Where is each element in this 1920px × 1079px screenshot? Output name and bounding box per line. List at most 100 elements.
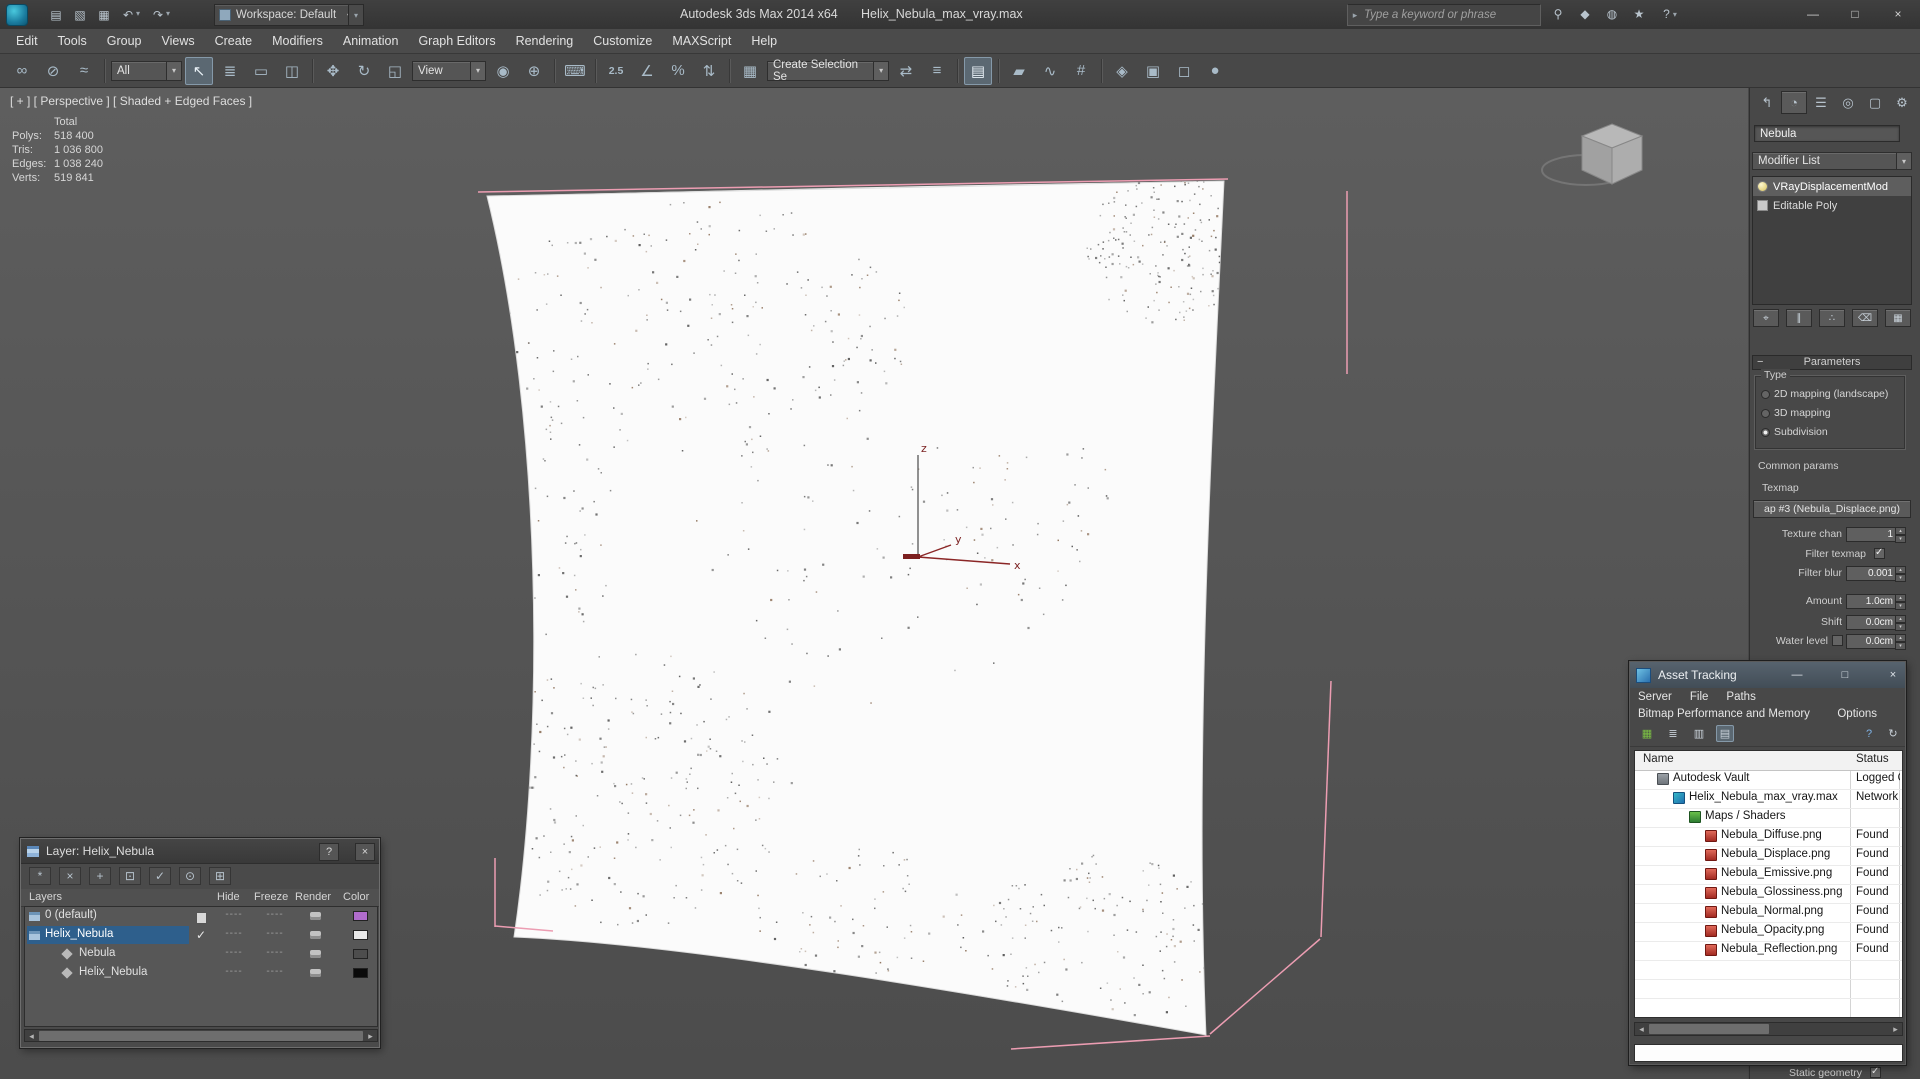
keyboard-override-icon[interactable]: ⌨: [561, 57, 589, 85]
menu-group[interactable]: Group: [97, 29, 152, 54]
gizmo-origin[interactable]: [903, 554, 920, 559]
tab-modify[interactable]: ◔: [1781, 91, 1807, 114]
window-crossing-icon[interactable]: ◫: [278, 57, 306, 85]
asset-row-displace[interactable]: Nebula_Displace.png Found: [1635, 846, 1902, 866]
texture-channel-field[interactable]: 1: [1846, 527, 1897, 542]
align-icon[interactable]: ≡: [923, 57, 951, 85]
freeze-cell[interactable]: ----: [258, 909, 292, 920]
select-and-scale-icon[interactable]: ◱: [381, 57, 409, 85]
search-input[interactable]: [1362, 6, 1540, 24]
menu-tools[interactable]: Tools: [48, 29, 97, 54]
layer-color-swatch[interactable]: [353, 968, 368, 978]
select-by-name-icon[interactable]: ≣: [216, 57, 244, 85]
make-unique-icon[interactable]: ∴: [1819, 309, 1845, 327]
add-to-layer-icon[interactable]: +: [89, 867, 111, 885]
radio-2d-mapping[interactable]: 2D mapping (landscape): [1761, 388, 1888, 400]
angle-snap-icon[interactable]: ∠: [633, 57, 661, 85]
viewport-label[interactable]: [ + ] [ Perspective ] [ Shaded + Edged F…: [10, 94, 252, 108]
list-view-icon[interactable]: ≣: [1664, 725, 1682, 742]
workspace-extra-button[interactable]: ▾: [348, 4, 364, 26]
menu-bitmap-performance[interactable]: Bitmap Performance and Memory: [1638, 708, 1810, 720]
freeze-cell[interactable]: ----: [258, 928, 292, 939]
water-level-spinner[interactable]: ▴ ▾: [1895, 634, 1906, 650]
select-and-manipulate-icon[interactable]: ⊕: [520, 57, 548, 85]
shift-spinner[interactable]: ▴ ▾: [1895, 615, 1906, 631]
layer-color-swatch[interactable]: [353, 949, 368, 959]
menu-paths[interactable]: Paths: [1726, 691, 1755, 703]
renderable-icon[interactable]: [310, 969, 321, 977]
radio-3d-mapping[interactable]: 3D mapping: [1761, 407, 1831, 419]
layer-color-swatch[interactable]: [353, 930, 368, 940]
maximize-button[interactable]: □: [1836, 0, 1874, 27]
workspace-dropdown[interactable]: Workspace: Default ▾: [214, 4, 356, 26]
menu-help[interactable]: Help: [741, 29, 787, 54]
freeze-cell[interactable]: ----: [258, 966, 292, 977]
menu-customize[interactable]: Customize: [583, 29, 662, 54]
asset-minimize-button[interactable]: —: [1786, 665, 1808, 684]
layer-row-helix-nebula[interactable]: Helix_Nebula ✓ ---- ----: [25, 926, 377, 945]
mirror-icon[interactable]: ⇄: [892, 57, 920, 85]
scroll-right-icon[interactable]: ▸: [364, 1030, 377, 1042]
asset-row-normal[interactable]: Nebula_Normal.png Found: [1635, 903, 1902, 923]
asset-maximize-button[interactable]: □: [1834, 665, 1856, 684]
filter-blur-field[interactable]: 0.001: [1846, 566, 1897, 581]
asset-tracking-title-bar[interactable]: Asset Tracking: [1630, 662, 1905, 688]
menu-graph-editors[interactable]: Graph Editors: [408, 29, 505, 54]
select-object-icon[interactable]: ↖: [185, 56, 213, 85]
static-geometry-checkbox[interactable]: [1870, 1066, 1881, 1078]
layer-close-button[interactable]: ×: [355, 843, 375, 861]
asset-help-icon[interactable]: ?: [1860, 725, 1878, 742]
spinner-snap-icon[interactable]: ⇅: [695, 57, 723, 85]
set-current-layer-icon[interactable]: ✓: [149, 867, 171, 885]
tab-display[interactable]: ▢: [1862, 91, 1888, 114]
asset-row-vault[interactable]: Autodesk Vault Logged Ou: [1635, 770, 1902, 790]
scroll-left-icon[interactable]: ◂: [1635, 1023, 1648, 1035]
column-status[interactable]: Status: [1856, 753, 1889, 765]
renderable-icon[interactable]: [310, 931, 321, 939]
select-layer-objects-icon[interactable]: ⊡: [119, 867, 141, 885]
rollout-collapse-icon[interactable]: −: [1757, 356, 1763, 369]
layer-row-default[interactable]: 0 (default) ---- ----: [25, 907, 377, 926]
redo-dropdown-icon[interactable]: ▾: [166, 9, 176, 21]
menu-views[interactable]: Views: [151, 29, 204, 54]
refresh-icon[interactable]: ↻: [1884, 725, 1902, 742]
modifier-list-dropdown[interactable]: Modifier List ▾: [1752, 152, 1912, 170]
layer-horizontal-scrollbar[interactable]: ◂ ▸: [24, 1029, 378, 1042]
tab-create[interactable]: ↰: [1754, 91, 1780, 114]
modifier-editable-poly[interactable]: Editable Poly: [1753, 196, 1911, 215]
menu-edit[interactable]: Edit: [6, 29, 48, 54]
favorites-star-icon[interactable]: ★: [1628, 4, 1650, 24]
texture-channel-spinner[interactable]: ▴ ▾: [1895, 527, 1906, 543]
select-and-link-icon[interactable]: ∞: [8, 57, 36, 85]
communication-center-icon[interactable]: ◍: [1601, 4, 1623, 24]
new-scene-icon[interactable]: ▤: [46, 5, 66, 24]
render-production-icon[interactable]: ●: [1201, 57, 1229, 85]
search-go-icon[interactable]: ▸: [1348, 10, 1362, 21]
object-row-helix-nebula[interactable]: Helix_Nebula ---- ----: [25, 964, 377, 983]
asset-row-maps-shaders[interactable]: Maps / Shaders: [1635, 808, 1902, 828]
pin-stack-icon[interactable]: ⌖: [1753, 309, 1779, 327]
vault-report-icon[interactable]: ▦: [1638, 725, 1656, 742]
modifier-enable-bulb-icon[interactable]: [1757, 181, 1768, 192]
parameters-rollout-header[interactable]: − Parameters: [1752, 355, 1912, 370]
render-setup-icon[interactable]: ▣: [1139, 57, 1167, 85]
scroll-right-icon[interactable]: ▸: [1889, 1023, 1902, 1035]
scrollbar-thumb[interactable]: [1649, 1024, 1769, 1034]
create-new-layer-icon[interactable]: *: [29, 867, 51, 885]
tab-hierarchy[interactable]: ☰: [1808, 91, 1834, 114]
delete-layer-icon[interactable]: ×: [59, 867, 81, 885]
selection-filter-dropdown[interactable]: All ▾: [111, 60, 182, 81]
hide-cell[interactable]: ----: [217, 947, 251, 958]
graphite-ribbon-icon[interactable]: ▰: [1005, 57, 1033, 85]
hide-cell[interactable]: ----: [217, 966, 251, 977]
search-icon[interactable]: ⚲: [1547, 4, 1569, 24]
water-level-field[interactable]: 0.0cm: [1846, 634, 1897, 649]
material-editor-icon[interactable]: ◈: [1108, 57, 1136, 85]
rendered-frame-window-icon[interactable]: ◻: [1170, 57, 1198, 85]
hide-cell[interactable]: ----: [217, 928, 251, 939]
menu-rendering[interactable]: Rendering: [506, 29, 584, 54]
snaps-toggle-icon[interactable]: 2.5: [602, 57, 630, 85]
bind-to-space-warp-icon[interactable]: ≈: [70, 57, 98, 85]
texmap-button[interactable]: ap #3 (Nebula_Displace.png): [1753, 500, 1911, 518]
tab-utilities[interactable]: ⚙: [1889, 91, 1915, 114]
